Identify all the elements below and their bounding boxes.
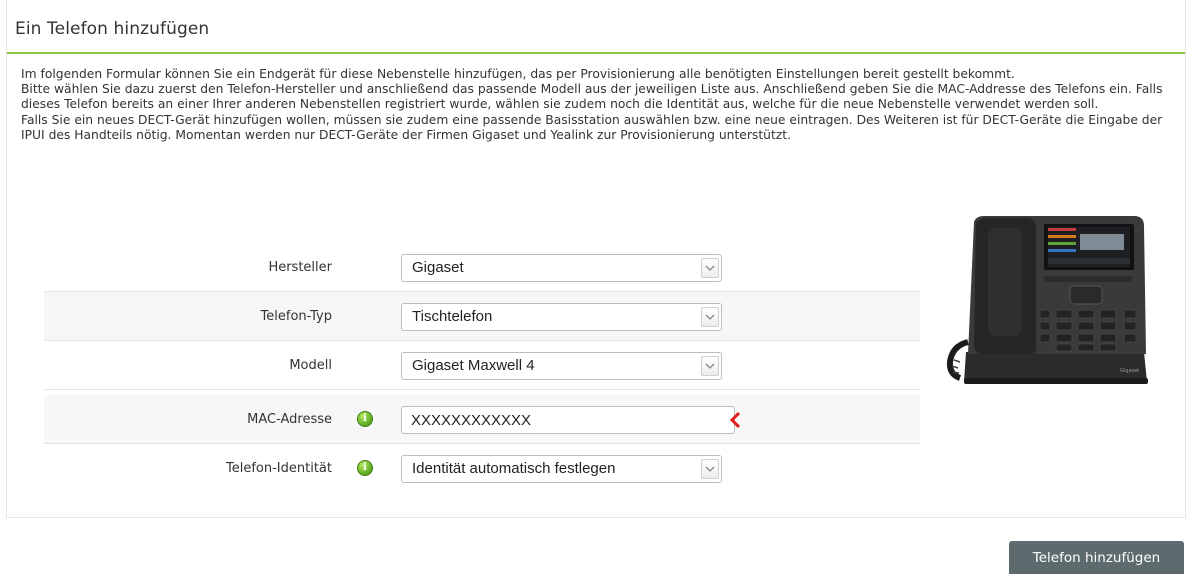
panel-title: Ein Telefon hinzufügen <box>15 19 210 39</box>
manufacturer-label: Hersteller <box>268 260 332 275</box>
intro-text: Im folgenden Formular können Sie ein End… <box>21 67 1186 143</box>
model-select[interactable]: Gigaset Maxwell 4 <box>401 352 722 380</box>
form-row-manufacturer: Hersteller Gigaset <box>44 243 920 292</box>
identity-select[interactable]: Identität automatisch festlegen <box>401 455 722 483</box>
form-row-model: Modell Gigaset Maxwell 4 <box>44 341 920 390</box>
info-icon[interactable]: i <box>357 411 373 427</box>
model-label: Modell <box>289 358 332 373</box>
chevron-down-icon[interactable] <box>701 356 719 376</box>
brand-logo-text: Gigaset <box>1120 368 1139 374</box>
info-icon[interactable]: i <box>357 460 373 476</box>
form-row-identity: Telefon-Identität i Identität automatisc… <box>44 444 920 493</box>
identity-label: Telefon-Identität <box>226 461 332 476</box>
phone-type-select[interactable]: Tischtelefon <box>401 303 722 331</box>
model-select-value: Gigaset Maxwell 4 <box>412 357 535 374</box>
intro-paragraph: Falls Sie ein neues DECT-Gerät hinzufüge… <box>21 112 1163 142</box>
error-marker-icon <box>730 412 740 428</box>
manufacturer-select[interactable]: Gigaset <box>401 254 722 282</box>
form-row-mac: MAC-Adresse i <box>44 395 920 444</box>
chevron-down-icon[interactable] <box>701 307 719 327</box>
desk-phone-image: Gigaset <box>946 216 1148 384</box>
chevron-down-icon[interactable] <box>701 459 719 479</box>
mac-address-input[interactable] <box>401 406 735 434</box>
add-phone-button[interactable]: Telefon hinzufügen <box>1009 541 1184 574</box>
phone-type-label: Telefon-Typ <box>260 309 332 324</box>
phone-type-select-value: Tischtelefon <box>412 308 493 325</box>
intro-paragraph: Bitte wählen Sie dazu zuerst den Telefon… <box>21 82 1163 112</box>
mac-label: MAC-Adresse <box>247 412 332 427</box>
form-row-phone-type: Telefon-Typ Tischtelefon <box>44 292 920 341</box>
manufacturer-select-value: Gigaset <box>412 259 464 276</box>
title-divider <box>7 52 1185 54</box>
intro-paragraph: Im folgenden Formular können Sie ein End… <box>21 67 1015 81</box>
identity-select-value: Identität automatisch festlegen <box>412 460 616 477</box>
chevron-down-icon[interactable] <box>701 258 719 278</box>
